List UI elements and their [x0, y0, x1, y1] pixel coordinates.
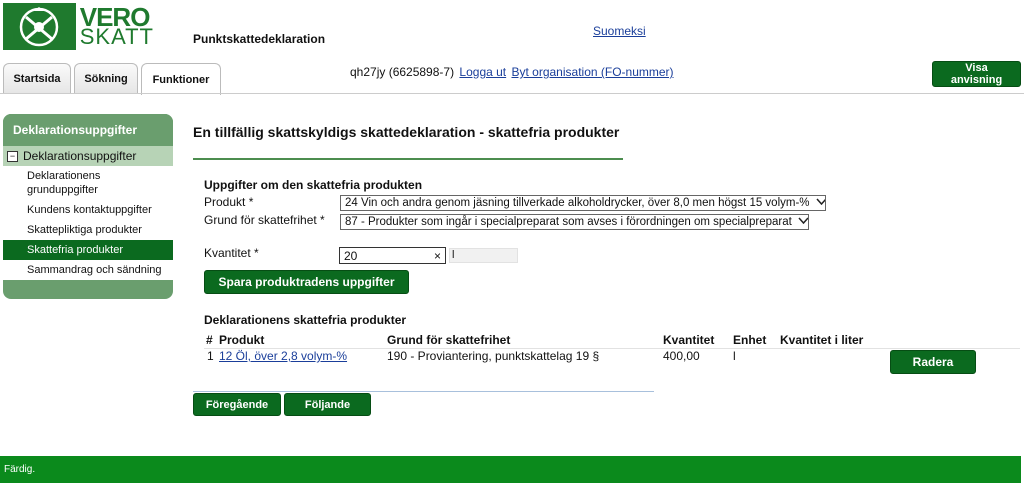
sidebar-item-skattefria[interactable]: Skattefria produkter [3, 240, 173, 260]
col-header-product: Produkt [219, 333, 265, 347]
tab-sokning[interactable]: Sökning [74, 63, 138, 93]
section-title: Uppgifter om den skattefria produkten [204, 178, 423, 192]
reason-label: Grund för skattefrihet * [204, 213, 325, 227]
col-header-reason: Grund för skattefrihet [387, 333, 511, 347]
change-organisation-link[interactable]: Byt organisation (FO-nummer) [511, 65, 673, 79]
tab-funktioner[interactable]: Funktioner [141, 63, 221, 95]
chevron-down-icon [815, 197, 825, 209]
clear-icon[interactable]: × [434, 249, 441, 263]
delete-row-button[interactable]: Radera [890, 350, 976, 374]
col-header-number: # [206, 333, 213, 347]
reason-select-value: 87 - Produkter som ingår i specialprepar… [345, 216, 792, 228]
row-number: 1 [207, 349, 214, 363]
show-instructions-button[interactable]: Visa anvisning [932, 61, 1021, 87]
row-product-link[interactable]: 12 Öl, över 2,8 volym-% [219, 349, 347, 363]
chevron-down-icon [798, 216, 808, 228]
col-header-unit: Enhet [733, 333, 767, 347]
product-select-value: 24 Vin och andra genom jäsning tillverka… [345, 197, 810, 209]
user-info: qh27jy (6625898-7) Logga ut Byt organisa… [350, 65, 674, 79]
tab-divider [0, 93, 1024, 94]
user-id: qh27jy (6625898-7) [350, 65, 455, 79]
logout-link[interactable]: Logga ut [459, 65, 506, 79]
sidebar-item-grunduppgifter[interactable]: Deklarationens grunduppgifter [3, 166, 173, 200]
main-tabs: Startsida Sökning Funktioner [3, 63, 221, 95]
sidebar-title: Deklarationsuppgifter [3, 114, 173, 146]
vero-logo: VERO SKATT [3, 3, 154, 50]
quantity-value: 20 [344, 248, 358, 263]
sidebar: Deklarationsuppgifter − Deklarationsuppg… [3, 114, 173, 299]
previous-button[interactable]: Föregående [193, 393, 281, 416]
product-select[interactable]: 24 Vin och andra genom jäsning tillverka… [340, 195, 826, 211]
tab-startsida[interactable]: Startsida [3, 63, 71, 93]
unit-field: l [449, 248, 518, 263]
collapse-icon[interactable]: − [7, 150, 18, 162]
status-text: Färdig. [4, 464, 36, 475]
coat-of-arms-icon [3, 3, 76, 50]
sidebar-item-skattepliktiga[interactable]: Skattepliktiga produkter [3, 220, 173, 240]
row-reason: 190 - Proviantering, punktskattelag 19 § [387, 349, 600, 363]
title-divider [193, 158, 623, 160]
row-unit: l [733, 349, 736, 363]
products-list-title: Deklarationens skattefria produkter [204, 313, 407, 327]
quantity-input[interactable]: 20 × [339, 247, 446, 264]
app-title: Punktskattedeklaration [193, 32, 326, 46]
sidebar-item-kontaktuppgifter[interactable]: Kundens kontaktuppgifter [3, 200, 173, 220]
col-header-quantity: Kvantitet [663, 333, 715, 347]
sidebar-group-label: Deklarationsuppgifter [23, 149, 137, 163]
col-header-liters: Kvantitet i liter [780, 333, 864, 347]
bottom-divider [193, 391, 654, 392]
status-bar: Färdig. [0, 456, 1021, 483]
row-quantity: 400,00 [663, 349, 700, 363]
page-title: En tillfällig skattskyldigs skattedeklar… [193, 124, 620, 140]
next-button[interactable]: Följande [284, 393, 371, 416]
logo-line2: SKATT [79, 23, 154, 49]
language-link[interactable]: Suomeksi [593, 24, 646, 38]
sidebar-list: Deklarationens grunduppgifter Kundens ko… [3, 166, 173, 280]
reason-select[interactable]: 87 - Produkter som ingår i specialprepar… [340, 214, 809, 230]
quantity-label: Kvantitet * [204, 246, 259, 260]
sidebar-group[interactable]: − Deklarationsuppgifter [3, 146, 173, 166]
sidebar-item-sammandrag[interactable]: Sammandrag och sändning [3, 260, 173, 280]
product-label: Produkt * [204, 195, 254, 209]
save-product-row-button[interactable]: Spara produktradens uppgifter [204, 270, 409, 294]
